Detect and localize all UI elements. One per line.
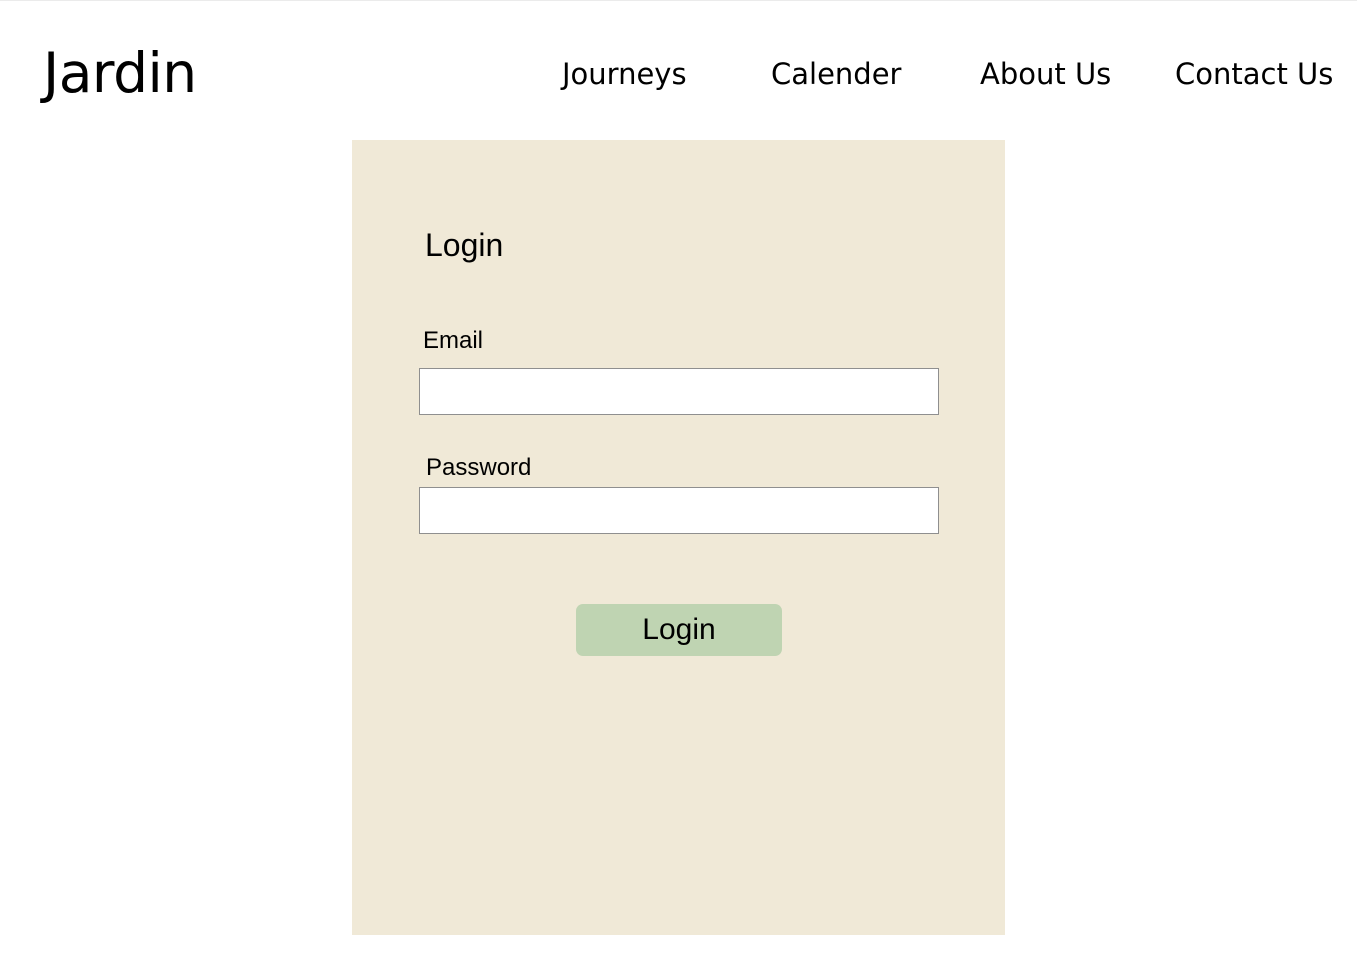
nav-link-contact-us[interactable]: Contact Us	[1175, 54, 1333, 94]
nav-link-calender[interactable]: Calender	[771, 54, 901, 94]
password-label: Password	[426, 454, 532, 481]
brand-logo[interactable]: Jardin	[43, 38, 197, 108]
nav-link-about-us[interactable]: About Us	[980, 54, 1111, 94]
top-divider	[0, 0, 1357, 1]
page: Jardin Journeys Calender About Us Contac…	[0, 0, 1357, 964]
login-title: Login	[425, 227, 504, 263]
login-button[interactable]: Login	[576, 604, 782, 656]
email-label: Email	[423, 327, 484, 354]
email-field[interactable]	[419, 368, 939, 415]
password-field[interactable]	[419, 487, 939, 534]
nav-link-journeys[interactable]: Journeys	[562, 54, 687, 94]
